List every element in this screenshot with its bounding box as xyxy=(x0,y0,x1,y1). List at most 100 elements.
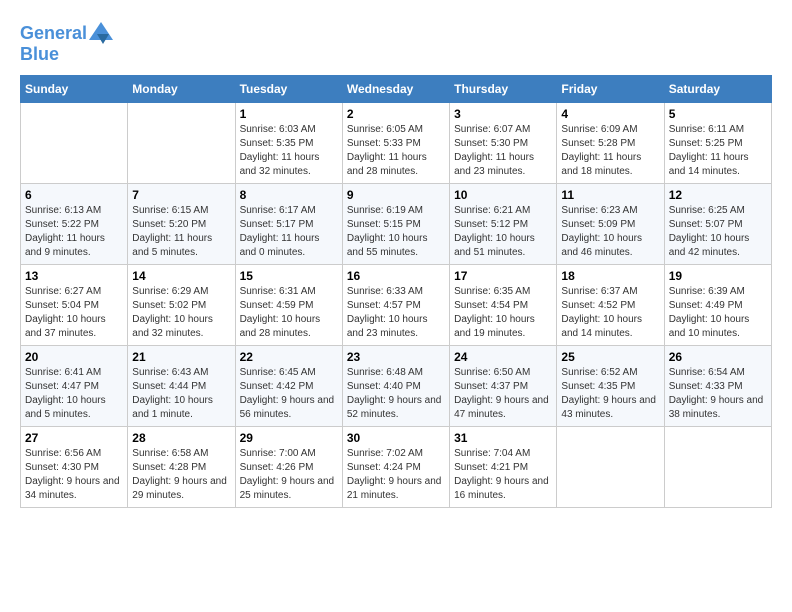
calendar-table: SundayMondayTuesdayWednesdayThursdayFrid… xyxy=(20,75,772,508)
weekday-header-sunday: Sunday xyxy=(21,76,128,103)
day-info: Sunrise: 6:11 AMSunset: 5:25 PMDaylight:… xyxy=(669,123,767,179)
day-info: Sunrise: 6:37 AMSunset: 4:52 PMDaylight:… xyxy=(561,285,659,341)
day-number: 17 xyxy=(454,269,552,283)
calendar-cell: 26 Sunrise: 6:54 AMSunset: 4:33 PMDayligh… xyxy=(664,346,771,427)
calendar-cell: 5Sunrise: 6:11 AMSunset: 5:25 PMDaylight… xyxy=(664,103,771,184)
day-info: Sunrise: 6:56 AMSunset: 4:30 PMDaylight:… xyxy=(25,447,123,503)
page-header: General Blue xyxy=(20,20,772,65)
day-number: 1 xyxy=(240,107,338,121)
calendar-cell: 12Sunrise: 6:25 AMSunset: 5:07 PMDayligh… xyxy=(664,184,771,265)
day-number: 15 xyxy=(240,269,338,283)
day-number: 7 xyxy=(132,188,230,202)
calendar-cell: 13 Sunrise: 6:27 AMSunset: 5:04 PMDayligh… xyxy=(21,265,128,346)
day-info: Sunrise: 6:54 AMSunset: 4:33 PMDaylight:… xyxy=(669,366,767,422)
day-info: Sunrise: 6:50 AMSunset: 4:37 PMDaylight:… xyxy=(454,366,552,422)
calendar-week-row: 1 Sunrise: 6:03 AMSunset: 5:35 PMDaylight… xyxy=(21,103,772,184)
weekday-header-friday: Friday xyxy=(557,76,664,103)
calendar-cell: 6 Sunrise: 6:13 AMSunset: 5:22 PMDaylight… xyxy=(21,184,128,265)
day-number: 22 xyxy=(240,350,338,364)
day-info: Sunrise: 6:13 AMSunset: 5:22 PMDaylight:… xyxy=(25,204,123,260)
calendar-cell: 17 Sunrise: 6:35 AMSunset: 4:54 PMDayligh… xyxy=(450,265,557,346)
day-info: Sunrise: 6:27 AMSunset: 5:04 PMDaylight:… xyxy=(25,285,123,341)
logo: General Blue xyxy=(20,20,115,65)
day-info: Sunrise: 6:52 AMSunset: 4:35 PMDaylight:… xyxy=(561,366,659,422)
day-info: Sunrise: 6:48 AMSunset: 4:40 PMDaylight:… xyxy=(347,366,445,422)
day-info: Sunrise: 6:35 AMSunset: 4:54 PMDaylight:… xyxy=(454,285,552,341)
calendar-cell: 4 Sunrise: 6:09 AMSunset: 5:28 PMDaylight… xyxy=(557,103,664,184)
day-info: Sunrise: 7:04 AMSunset: 4:21 PMDaylight:… xyxy=(454,447,552,503)
day-number: 11 xyxy=(561,188,659,202)
day-number: 24 xyxy=(454,350,552,364)
calendar-cell: 11 Sunrise: 6:23 AMSunset: 5:09 PMDayligh… xyxy=(557,184,664,265)
day-number: 10 xyxy=(454,188,552,202)
day-info: Sunrise: 6:07 AMSunset: 5:30 PMDaylight:… xyxy=(454,123,552,179)
day-info: Sunrise: 6:58 AMSunset: 4:28 PMDaylight:… xyxy=(132,447,230,503)
day-number: 26 xyxy=(669,350,767,364)
calendar-cell xyxy=(664,427,771,508)
calendar-cell: 16 Sunrise: 6:33 AMSunset: 4:57 PMDayligh… xyxy=(342,265,449,346)
calendar-cell: 7 Sunrise: 6:15 AMSunset: 5:20 PMDaylight… xyxy=(128,184,235,265)
day-info: Sunrise: 6:39 AMSunset: 4:49 PMDaylight:… xyxy=(669,285,767,341)
day-info: Sunrise: 6:45 AMSunset: 4:42 PMDaylight:… xyxy=(240,366,338,422)
calendar-cell: 23 Sunrise: 6:48 AMSunset: 4:40 PMDayligh… xyxy=(342,346,449,427)
logo-icon xyxy=(87,20,115,48)
day-number: 25 xyxy=(561,350,659,364)
day-number: 31 xyxy=(454,431,552,445)
day-info: Sunrise: 6:19 AMSunset: 5:15 PMDaylight:… xyxy=(347,204,445,260)
day-info: Sunrise: 6:05 AMSunset: 5:33 PMDaylight:… xyxy=(347,123,445,179)
day-info: Sunrise: 6:31 AMSunset: 4:59 PMDaylight:… xyxy=(240,285,338,341)
day-number: 27 xyxy=(25,431,123,445)
day-info: Sunrise: 6:23 AMSunset: 5:09 PMDaylight:… xyxy=(561,204,659,260)
day-number: 19 xyxy=(669,269,767,283)
day-info: Sunrise: 7:02 AMSunset: 4:24 PMDaylight:… xyxy=(347,447,445,503)
day-number: 20 xyxy=(25,350,123,364)
weekday-header-saturday: Saturday xyxy=(664,76,771,103)
day-info: Sunrise: 6:43 AMSunset: 4:44 PMDaylight:… xyxy=(132,366,230,422)
calendar-cell: 14 Sunrise: 6:29 AMSunset: 5:02 PMDayligh… xyxy=(128,265,235,346)
day-info: Sunrise: 6:15 AMSunset: 5:20 PMDaylight:… xyxy=(132,204,230,260)
day-number: 23 xyxy=(347,350,445,364)
day-number: 29 xyxy=(240,431,338,445)
day-number: 4 xyxy=(561,107,659,121)
day-info: Sunrise: 7:00 AMSunset: 4:26 PMDaylight:… xyxy=(240,447,338,503)
day-number: 6 xyxy=(25,188,123,202)
day-info: Sunrise: 6:17 AMSunset: 5:17 PMDaylight:… xyxy=(240,204,338,260)
day-info: Sunrise: 6:41 AMSunset: 4:47 PMDaylight:… xyxy=(25,366,123,422)
calendar-week-row: 20 Sunrise: 6:41 AMSunset: 4:47 PMDayligh… xyxy=(21,346,772,427)
day-info: Sunrise: 6:09 AMSunset: 5:28 PMDaylight:… xyxy=(561,123,659,179)
day-number: 18 xyxy=(561,269,659,283)
calendar-cell: 29 Sunrise: 7:00 AMSunset: 4:26 PMDayligh… xyxy=(235,427,342,508)
weekday-header-wednesday: Wednesday xyxy=(342,76,449,103)
day-info: Sunrise: 6:03 AMSunset: 5:35 PMDaylight:… xyxy=(240,123,338,179)
calendar-cell: 28 Sunrise: 6:58 AMSunset: 4:28 PMDayligh… xyxy=(128,427,235,508)
calendar-cell: 2 Sunrise: 6:05 AMSunset: 5:33 PMDaylight… xyxy=(342,103,449,184)
calendar-cell: 19 Sunrise: 6:39 AMSunset: 4:49 PMDayligh… xyxy=(664,265,771,346)
calendar-cell xyxy=(128,103,235,184)
calendar-cell: 20 Sunrise: 6:41 AMSunset: 4:47 PMDayligh… xyxy=(21,346,128,427)
calendar-cell: 1 Sunrise: 6:03 AMSunset: 5:35 PMDaylight… xyxy=(235,103,342,184)
calendar-header-row: SundayMondayTuesdayWednesdayThursdayFrid… xyxy=(21,76,772,103)
calendar-cell: 22 Sunrise: 6:45 AMSunset: 4:42 PMDayligh… xyxy=(235,346,342,427)
day-number: 12 xyxy=(669,188,767,202)
day-number: 30 xyxy=(347,431,445,445)
calendar-cell: 9 Sunrise: 6:19 AMSunset: 5:15 PMDaylight… xyxy=(342,184,449,265)
day-number: 13 xyxy=(25,269,123,283)
calendar-cell: 25 Sunrise: 6:52 AMSunset: 4:35 PMDayligh… xyxy=(557,346,664,427)
day-number: 2 xyxy=(347,107,445,121)
day-number: 28 xyxy=(132,431,230,445)
day-number: 16 xyxy=(347,269,445,283)
calendar-cell: 3 Sunrise: 6:07 AMSunset: 5:30 PMDaylight… xyxy=(450,103,557,184)
calendar-cell: 8 Sunrise: 6:17 AMSunset: 5:17 PMDaylight… xyxy=(235,184,342,265)
calendar-week-row: 13 Sunrise: 6:27 AMSunset: 5:04 PMDayligh… xyxy=(21,265,772,346)
day-info: Sunrise: 6:33 AMSunset: 4:57 PMDaylight:… xyxy=(347,285,445,341)
calendar-cell: 27 Sunrise: 6:56 AMSunset: 4:30 PMDayligh… xyxy=(21,427,128,508)
logo-text: General xyxy=(20,24,87,44)
day-info: Sunrise: 6:29 AMSunset: 5:02 PMDaylight:… xyxy=(132,285,230,341)
calendar-cell: 31 Sunrise: 7:04 AMSunset: 4:21 PMDayligh… xyxy=(450,427,557,508)
day-number: 8 xyxy=(240,188,338,202)
day-number: 3 xyxy=(454,107,552,121)
day-number: 9 xyxy=(347,188,445,202)
day-number: 14 xyxy=(132,269,230,283)
calendar-cell: 10Sunrise: 6:21 AMSunset: 5:12 PMDayligh… xyxy=(450,184,557,265)
calendar-week-row: 6 Sunrise: 6:13 AMSunset: 5:22 PMDaylight… xyxy=(21,184,772,265)
